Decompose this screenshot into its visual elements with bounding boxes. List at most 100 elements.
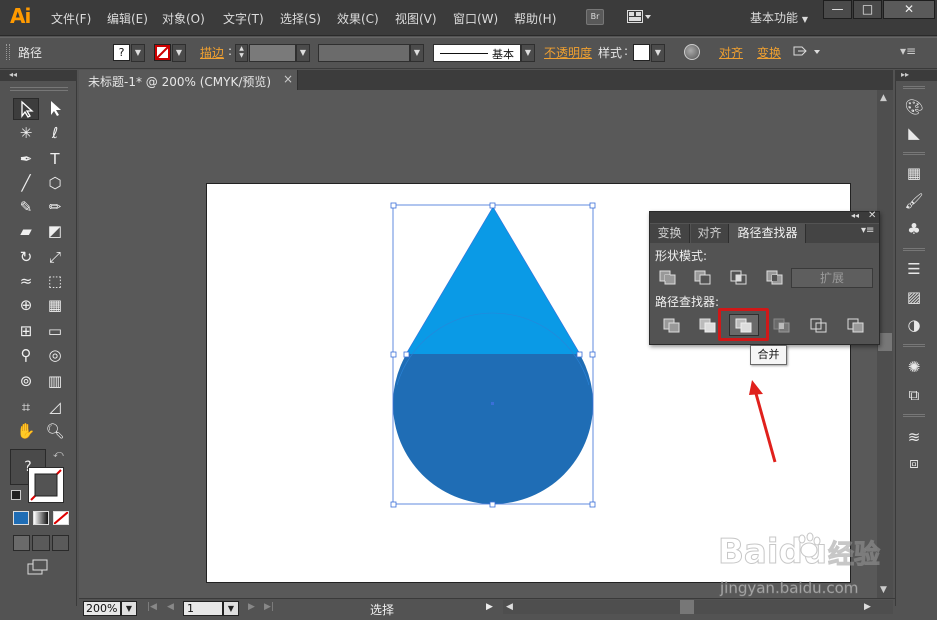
menu-type[interactable]: 文字(T) [223, 10, 264, 27]
collapse-panel-icon[interactable]: ◂◂ [851, 211, 859, 220]
close-window-button[interactable]: ✕ [883, 0, 935, 19]
brushes-icon[interactable]: 🖌︎ [902, 190, 926, 212]
brush-definition[interactable]: 基本 [433, 44, 521, 62]
fill-color-mode-icon[interactable] [13, 511, 29, 525]
fill-dropdown[interactable]: ▼ [131, 44, 145, 62]
transform-panel-link[interactable]: 变换 [757, 44, 781, 61]
next-artboard-icon[interactable]: ▶ [248, 602, 255, 612]
artboard-number-field[interactable]: 1 [183, 601, 223, 616]
stroke-weight-field[interactable] [249, 44, 296, 62]
appearance-panel-icon[interactable]: ✺ [902, 356, 926, 378]
menu-window[interactable]: 窗口(W) [453, 10, 498, 27]
horizontal-scroll-thumb[interactable] [680, 600, 694, 614]
tools-panel-collapse[interactable]: ◂◂ [0, 70, 77, 81]
free-transform-tool-icon[interactable]: ⬚ [42, 270, 68, 292]
scroll-up-icon[interactable]: ▲ [880, 93, 887, 103]
magic-wand-tool-icon[interactable]: ✳ [13, 122, 39, 144]
gradient-mode-icon[interactable] [33, 511, 49, 525]
tab-transform[interactable]: 变换 [650, 224, 690, 243]
zoom-level-field[interactable]: 200% [83, 601, 121, 616]
color-palette-icon[interactable]: 🎨︎ [902, 96, 926, 118]
dock-grip[interactable] [903, 152, 925, 155]
polygon-tool-icon[interactable]: ⬡ [42, 172, 68, 194]
variable-width-profile[interactable] [318, 44, 410, 62]
eraser-tool-icon[interactable]: ◩ [42, 220, 68, 242]
color-guide-icon[interactable]: ◣ [902, 122, 926, 144]
screen-mode-icon[interactable] [26, 557, 50, 577]
arrange-documents-icon[interactable] [627, 10, 653, 24]
last-artboard-icon[interactable]: ▶| [264, 602, 274, 612]
menu-effect[interactable]: 效果(C) [337, 10, 379, 27]
scroll-right-icon[interactable]: ▶ [864, 602, 871, 612]
hand-tool-icon[interactable]: ✋ [13, 420, 39, 442]
fill-swatch[interactable]: ? [113, 44, 130, 61]
minus-back-icon[interactable] [843, 314, 869, 336]
gradient-tool-icon[interactable]: ▭ [42, 320, 68, 342]
type-tool-icon[interactable]: T [42, 148, 68, 170]
draw-inside-icon[interactable] [51, 535, 69, 551]
document-tab[interactable]: 未标题-1* @ 200% (CMYK/预览) × [79, 70, 298, 90]
maximize-button[interactable]: □ [853, 0, 882, 19]
stroke-panel-link[interactable]: 描边 [200, 44, 224, 61]
isolate-object-icon[interactable] [792, 43, 822, 61]
recolor-artwork-icon[interactable] [684, 44, 700, 60]
blob-brush-tool-icon[interactable]: ▰ [13, 220, 39, 242]
artboard-tool-icon[interactable]: ⌗ [13, 396, 39, 418]
drop-artwork[interactable] [380, 195, 610, 515]
stroke-panel-icon[interactable]: ☰ [902, 258, 926, 280]
first-artboard-icon[interactable]: |◀ [147, 602, 157, 612]
tools-panel-grip[interactable] [10, 87, 68, 91]
stroke-weight-dropdown[interactable]: ▼ [296, 44, 310, 62]
column-graph-tool-icon[interactable]: ▥ [42, 370, 68, 392]
shape-builder-tool-icon[interactable]: ⊕ [13, 294, 39, 316]
draw-normal-icon[interactable] [13, 535, 31, 551]
transparency-panel-icon[interactable]: ◑ [902, 314, 926, 336]
perspective-grid-tool-icon[interactable]: ▦ [42, 294, 68, 316]
horizontal-scrollbar[interactable] [503, 600, 893, 614]
paintbrush-tool-icon[interactable]: ✎ [13, 196, 39, 218]
pen-tool-icon[interactable]: ✒ [13, 148, 39, 170]
crop-icon[interactable] [769, 314, 795, 336]
stroke-color-box[interactable] [28, 467, 64, 503]
scale-tool-icon[interactable]: ⤢ [42, 246, 68, 268]
menu-view[interactable]: 视图(V) [395, 10, 437, 27]
close-panel-icon[interactable]: ✕ [868, 210, 876, 221]
none-mode-icon[interactable] [53, 511, 69, 525]
dock-grip[interactable] [903, 248, 925, 251]
artboards-panel-icon[interactable]: ⧈ [902, 452, 926, 474]
pathfinder-panel-header[interactable] [650, 212, 879, 223]
eyedropper-tool-icon[interactable]: ⚲ [13, 344, 39, 366]
dock-grip[interactable] [903, 414, 925, 417]
tab-align[interactable]: 对齐 [691, 224, 729, 243]
slice-tool-icon[interactable]: ◿ [42, 396, 68, 418]
lasso-tool-icon[interactable]: ℓ [42, 122, 68, 144]
bridge-button[interactable]: Br [586, 9, 604, 25]
tab-pathfinder[interactable]: 路径查找器 [730, 224, 806, 243]
swatches-icon[interactable]: ▦ [902, 162, 926, 184]
intersect-icon[interactable] [726, 266, 752, 288]
zoom-dropdown[interactable]: ▼ [121, 601, 137, 616]
unite-icon[interactable] [655, 266, 681, 288]
symbols-icon[interactable]: ♣ [902, 218, 926, 240]
stroke-dropdown[interactable]: ▼ [172, 44, 186, 62]
line-tool-icon[interactable]: ╱ [13, 172, 39, 194]
close-icon[interactable]: × [283, 72, 293, 86]
layers-panel-icon[interactable]: ≋ [902, 426, 926, 448]
control-bar-grip[interactable] [6, 44, 10, 60]
workspace-switcher[interactable]: 基本功能 ▼ [750, 9, 808, 26]
opacity-panel-link[interactable]: 不透明度 [544, 44, 592, 61]
exclude-icon[interactable] [762, 266, 788, 288]
zoom-tool-icon[interactable]: 🔍︎ [42, 420, 68, 442]
panel-menu-icon[interactable]: ▾≡ [861, 225, 874, 236]
vertical-scroll-thumb[interactable] [878, 333, 892, 351]
divide-icon[interactable] [659, 314, 685, 336]
control-panel-menu-icon[interactable]: ▾≡ [900, 44, 916, 58]
warp-tool-icon[interactable]: ≈ [13, 270, 39, 292]
menu-file[interactable]: 文件(F) [51, 10, 91, 27]
brush-dropdown[interactable]: ▼ [521, 44, 535, 62]
direct-selection-tool-icon[interactable] [42, 98, 68, 120]
mesh-tool-icon[interactable]: ⊞ [13, 320, 39, 342]
blend-tool-icon[interactable]: ◎ [42, 344, 68, 366]
draw-behind-icon[interactable] [32, 535, 50, 551]
dock-grip[interactable] [903, 344, 925, 347]
